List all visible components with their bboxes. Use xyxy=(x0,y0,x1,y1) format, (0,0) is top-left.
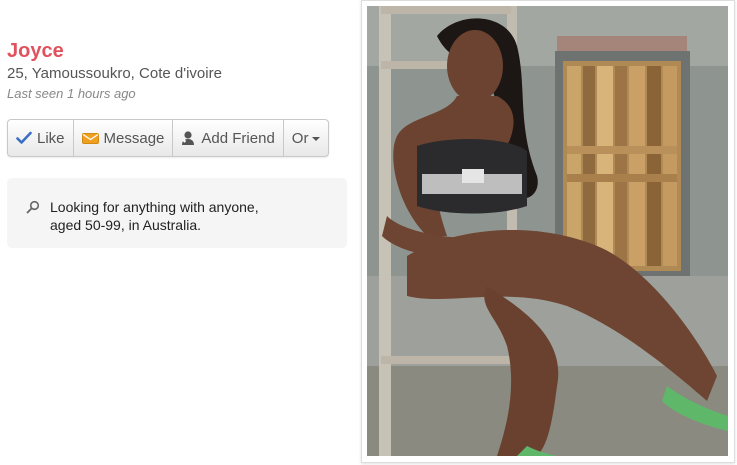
profile-header: Joyce 25, Yamoussoukro, Cote d'ivoire La… xyxy=(7,38,347,103)
profile-details: 25, Yamoussoukro, Cote d'ivoire xyxy=(7,65,222,82)
like-label: Like xyxy=(37,129,65,147)
profile-photo[interactable] xyxy=(367,6,728,456)
message-button[interactable]: Message xyxy=(74,120,174,156)
looking-for-panel: Looking for anything with anyone, aged 5… xyxy=(7,178,347,248)
add-friend-icon xyxy=(181,130,196,146)
profile-photo-frame[interactable] xyxy=(361,0,735,463)
looking-for-text: Looking for anything with anyone, aged 5… xyxy=(50,198,290,234)
message-label: Message xyxy=(103,129,165,147)
looking-for-line-1: Looking for anything with anyone, xyxy=(50,199,259,215)
profile-photo-illustration xyxy=(367,6,728,456)
search-icon xyxy=(26,200,40,219)
add-friend-button[interactable]: Add Friend xyxy=(173,120,284,156)
profile-action-bar: Like Message Add Friend Or xyxy=(7,119,330,157)
last-seen-text: Last seen 1 hours ago xyxy=(7,86,136,101)
checkmark-icon xyxy=(16,131,32,145)
looking-for-line-2: aged 50-99, in Australia. xyxy=(50,217,201,233)
envelope-icon xyxy=(81,132,99,145)
more-options-dropdown[interactable]: Or xyxy=(284,120,329,156)
profile-name[interactable]: Joyce xyxy=(7,38,347,64)
caret-down-icon xyxy=(312,137,321,141)
more-label: Or xyxy=(291,129,309,147)
like-button[interactable]: Like xyxy=(8,120,74,156)
add-friend-label: Add Friend xyxy=(201,129,275,147)
